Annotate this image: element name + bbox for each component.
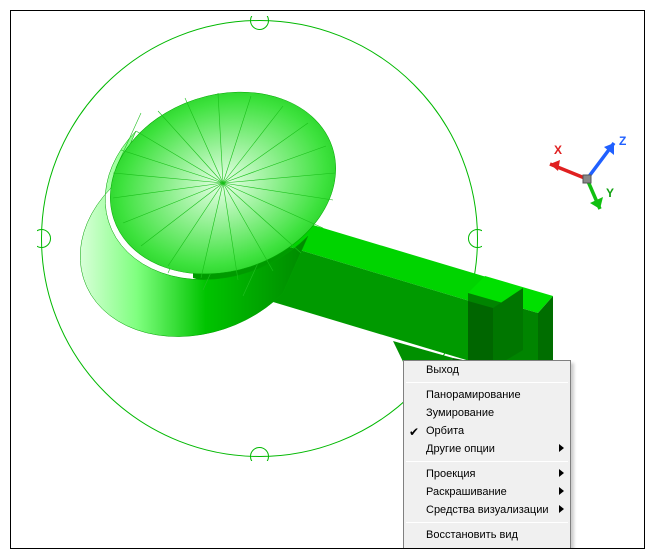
menu-label: Панорамирование — [426, 389, 521, 401]
menu-label: Восстановить вид — [426, 529, 518, 541]
menu-zoom[interactable]: Зумирование — [404, 404, 570, 422]
menu-pan[interactable]: Панорамирование — [404, 386, 570, 404]
menu-label: Другие опции — [426, 443, 495, 455]
menu-separator — [406, 382, 568, 383]
menu-label: Зумирование — [426, 407, 494, 419]
axis-x-label: X — [554, 143, 562, 157]
menu-separator — [406, 522, 568, 523]
chevron-right-icon — [559, 505, 564, 513]
menu-label: Стандартные виды — [426, 547, 524, 548]
viewport-3d[interactable]: X Z Y Выход Панорамирование Зумирование — [11, 11, 644, 548]
context-menu: Выход Панорамирование Зумирование ✔ Орби… — [403, 360, 571, 548]
menu-label: Раскрашивание — [426, 486, 507, 498]
menu-visual-aids[interactable]: Средства визуализации — [404, 501, 570, 519]
chevron-right-icon — [559, 469, 564, 477]
menu-label: Проекция — [426, 468, 475, 480]
menu-label: Орбита — [426, 425, 464, 437]
check-icon: ✔ — [409, 423, 419, 441]
menu-shading[interactable]: Раскрашивание — [404, 483, 570, 501]
menu-orbit[interactable]: ✔ Орбита — [404, 422, 570, 440]
viewport-frame: X Z Y Выход Панорамирование Зумирование — [10, 10, 645, 549]
chevron-right-icon — [559, 487, 564, 495]
menu-label: Средства визуализации — [426, 504, 549, 516]
menu-projection[interactable]: Проекция — [404, 465, 570, 483]
menu-label: Выход — [426, 364, 459, 376]
axis-y-label: Y — [606, 186, 614, 200]
chevron-right-icon — [559, 444, 564, 452]
menu-standard-views[interactable]: Стандартные виды — [404, 544, 570, 548]
menu-exit[interactable]: Выход — [404, 361, 570, 379]
axis-gizmo[interactable]: X Z Y — [542, 129, 632, 219]
menu-separator — [406, 461, 568, 462]
axis-z-label: Z — [619, 134, 626, 148]
menu-restore-view[interactable]: Восстановить вид — [404, 526, 570, 544]
menu-other-options[interactable]: Другие опции — [404, 440, 570, 458]
